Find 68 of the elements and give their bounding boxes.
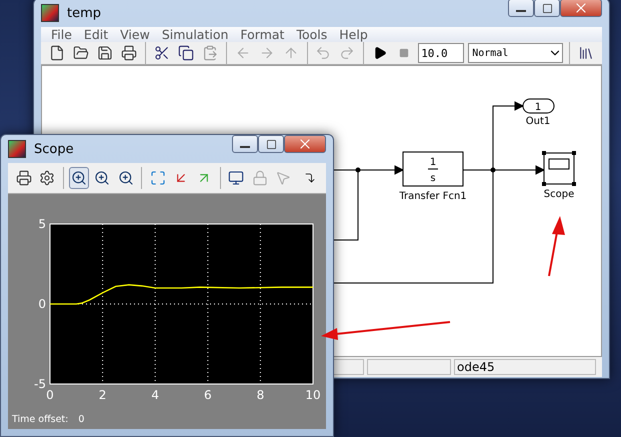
- play-icon: [373, 46, 388, 60]
- y-tick-label: 0: [38, 297, 46, 311]
- pointer-icon: [275, 170, 292, 186]
- menu-item[interactable]: Edit: [78, 27, 114, 42]
- library-icon: [578, 45, 594, 61]
- x-tick-label: 6: [204, 388, 212, 402]
- block-label: Out1: [526, 116, 550, 127]
- copy-icon: [178, 45, 194, 61]
- minimize-button[interactable]: [508, 0, 534, 17]
- zoom-button[interactable]: [69, 167, 89, 189]
- solver-status: ode45: [454, 359, 596, 375]
- lock-icon: [252, 170, 268, 186]
- paste-icon: [202, 45, 218, 61]
- x-tick-label: 2: [98, 388, 106, 402]
- block-label: Transfer Fcn1: [399, 191, 467, 202]
- maximize-button[interactable]: [258, 135, 284, 153]
- minimize-button[interactable]: [232, 135, 258, 153]
- stop-icon: [399, 48, 410, 58]
- zoom-x-icon: [94, 170, 110, 186]
- maximize-button[interactable]: [534, 0, 560, 17]
- transfer-function-block[interactable]: [402, 152, 464, 186]
- stop-time-field[interactable]: 10.0: [418, 43, 464, 63]
- menu-item[interactable]: File: [45, 27, 78, 42]
- outport-block[interactable]: [522, 98, 554, 114]
- y-tick-label: -5: [34, 377, 46, 391]
- settings-icon: [38, 170, 55, 186]
- x-tick-label: 8: [256, 388, 264, 402]
- simulation-mode-dropdown[interactable]: Normal: [468, 43, 564, 63]
- zoom-y-icon: [118, 170, 134, 186]
- numerator-text: 1: [430, 157, 436, 168]
- print-icon: [16, 170, 32, 186]
- scissors-icon: [154, 45, 170, 61]
- minimize-icon: [240, 146, 250, 148]
- maximize-icon: [542, 2, 552, 14]
- x-tick-label: 4: [151, 388, 160, 402]
- dock-arrow-icon: [304, 172, 316, 184]
- new-file-icon: [48, 45, 65, 61]
- redo-icon: [339, 45, 356, 61]
- scope-block[interactable]: [542, 151, 576, 186]
- maximize-icon: [266, 138, 276, 150]
- save-icon: [96, 45, 113, 61]
- denominator-text: s: [430, 173, 436, 184]
- time-offset-label: Time offset:: [12, 414, 68, 425]
- app-icon: [41, 4, 59, 22]
- x-tick-label: 0: [46, 388, 54, 402]
- minimize-icon: [516, 10, 526, 12]
- close-button[interactable]: [284, 135, 326, 153]
- block-label: Scope: [544, 189, 574, 200]
- annotation-arrow: [548, 216, 565, 276]
- menu-item[interactable]: Help: [333, 27, 374, 42]
- autoscale-icon: [150, 170, 166, 186]
- zoom-icon: [71, 170, 88, 186]
- undo-icon: [315, 45, 332, 61]
- menu-item[interactable]: View: [114, 27, 156, 42]
- app-icon: [8, 140, 26, 158]
- print-icon: [120, 45, 137, 61]
- folder-icon: [72, 45, 89, 61]
- y-tick-label: 5: [38, 217, 46, 231]
- window-title: Scope: [34, 142, 75, 156]
- menu-item[interactable]: Format: [234, 27, 290, 42]
- x-tick-label: 10: [305, 388, 321, 402]
- time-offset-value: 0: [78, 414, 84, 425]
- port-number: 1: [534, 102, 542, 113]
- close-button[interactable]: [560, 0, 602, 17]
- monitor-icon: [228, 170, 244, 186]
- window-title: temp: [67, 6, 102, 20]
- menu-item[interactable]: Simulation: [156, 27, 234, 42]
- menu-item[interactable]: Tools: [290, 27, 334, 42]
